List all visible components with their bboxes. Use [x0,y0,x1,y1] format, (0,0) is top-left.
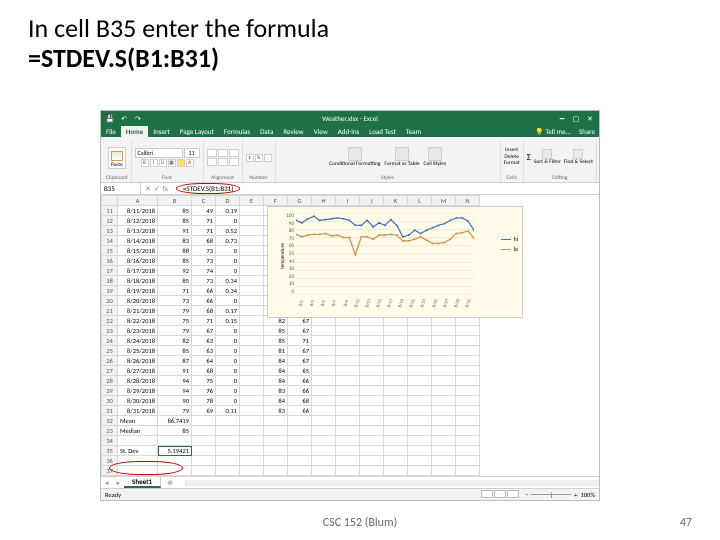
title-line-2: =STDEV.S(B1:B31) [28,44,692,74]
status-text: Ready [105,491,121,499]
window-titlebar[interactable]: 💾 ↶ ↷ Weather.xlsx - Excel ━ ▢ ✕ [101,111,599,125]
group-number: $%, Number [243,139,276,182]
stdev-highlight [109,461,183,475]
close-icon[interactable]: ✕ [585,113,595,123]
worksheet-grid[interactable]: ABCDEFGHIJKLMN118/11/201885490.19128/12/… [101,195,599,476]
cell-styles-button[interactable]: Cell Styles [424,147,446,168]
workbook-title: Weather.xlsx - Excel [322,114,378,123]
tab-view[interactable]: View [309,126,333,137]
format-cells-button[interactable]: Format [504,161,520,167]
chart-plot [296,213,474,295]
formula-bar: B35 ✕ ✓ fx =STDEV.S(B1:B31) [101,183,599,195]
table-row[interactable]: 32Mean86.7419 [102,416,480,426]
font-color-button[interactable]: A [186,159,194,167]
table-row[interactable]: 318/31/201879690.118366 [102,406,480,416]
group-styles: Conditional Formatting Format as Table C… [276,139,501,182]
zoom-out-icon[interactable]: − [525,491,528,499]
border-button[interactable]: ▦ [168,159,176,167]
table-row[interactable]: 278/27/2018916808465 [102,366,480,376]
fx-icon[interactable]: fx [163,184,168,193]
autosum-icon[interactable]: Σ [527,152,531,163]
table-row[interactable]: 34 [102,436,480,446]
table-row[interactable]: 258/25/2018856308167 [102,346,480,356]
tab-team[interactable]: Team [401,126,426,137]
group-editing: Σ Sort & Filter Find & Select Editing [524,139,597,182]
tab-data[interactable]: Data [255,126,278,137]
maximize-icon[interactable]: ▢ [571,113,581,123]
tab-formulas[interactable]: Formulas [219,126,255,137]
tab-nav-prev-icon[interactable]: ◂ [101,478,113,487]
tell-me[interactable]: 💡 Tell me... [531,126,575,137]
ribbon-tabs: File Home Insert Page Layout Formulas Da… [101,125,599,137]
tab-addins[interactable]: Add-ins [333,126,365,137]
tab-review[interactable]: Review [278,126,308,137]
tab-loadtest[interactable]: Load Test [364,126,401,137]
horizontal-scrollbar[interactable] [185,480,599,486]
ribbon-home: Paste Clipboard Calibri11 B I U ▦ A Font [101,137,599,183]
paste-button[interactable]: Paste [108,147,126,169]
insert-cells-button[interactable]: Insert [505,148,518,154]
find-select-button[interactable]: Find & Select [564,149,593,166]
slide-number: 47 [680,516,692,530]
fill-color-button[interactable] [177,159,185,167]
new-sheet-icon[interactable]: ⊕ [161,478,179,487]
group-font: Calibri11 B I U ▦ A Font [132,139,204,182]
table-row[interactable]: 268/26/2018876408467 [102,356,480,366]
italic-button[interactable]: I [150,159,158,167]
font-size[interactable]: 11 [184,148,200,158]
table-row[interactable]: 33Median85 [102,426,480,436]
sort-filter-button[interactable]: Sort & Filter [534,149,561,166]
zoom-slider[interactable] [531,494,571,495]
slide-title: In cell B35 enter the formula =STDEV.S(B… [28,14,692,74]
tab-insert[interactable]: Insert [148,126,174,137]
bold-button[interactable]: B [141,159,149,167]
slide-footer-center: CSC 152 (Blum) [0,516,720,530]
table-row[interactable]: 35St. Dev5.19421 [102,446,480,456]
underline-button[interactable]: U [159,159,167,167]
group-cells: Insert Delete Format Cells [501,139,524,182]
undo-icon[interactable]: ↶ [119,113,129,123]
zoom-value[interactable]: 100% [580,491,595,499]
chart-y-ticks: 1009080706050403020100 [282,213,294,295]
conditional-formatting-button[interactable]: Conditional Formatting [329,147,380,168]
format-as-table-button[interactable]: Format as Table [384,147,419,168]
zoom-in-icon[interactable]: + [574,491,577,499]
redo-icon[interactable]: ↷ [133,113,143,123]
sheet-tab-bar: ◂ ▸ Sheet1 ⊕ [101,476,599,488]
table-row[interactable]: 248/24/2018826308571 [102,336,480,346]
formula-highlight: =STDEV.S(B1:B31) [176,183,240,194]
name-box[interactable]: B35 [101,183,141,194]
chart-x-ticks: 8/18/38/58/78/98/118/138/158/178/198/218… [296,297,474,315]
tab-nav-next-icon[interactable]: ▸ [113,478,125,487]
group-alignment: Alignment [204,139,243,182]
tab-home[interactable]: Home [121,126,148,137]
table-row[interactable]: 308/30/2018907808468 [102,396,480,406]
formula-input[interactable]: =STDEV.S(B1:B31) [172,183,599,194]
table-row[interactable]: 298/29/2018947608366 [102,386,480,396]
font-name[interactable]: Calibri [135,148,183,158]
cancel-formula-icon[interactable]: ✕ [145,184,151,193]
minimize-icon[interactable]: ━ [557,113,567,123]
save-icon[interactable]: 💾 [105,113,115,123]
group-clipboard: Paste Clipboard [103,139,132,182]
table-row[interactable]: 238/23/2018796708567 [102,326,480,336]
excel-window: 💾 ↶ ↷ Weather.xlsx - Excel ━ ▢ ✕ File Ho… [100,110,600,501]
sheet-tab[interactable]: Sheet1 [124,477,161,488]
tab-page-layout[interactable]: Page Layout [175,126,219,137]
table-row[interactable]: 288/28/2018947508466 [102,376,480,386]
tab-file[interactable]: File [101,126,121,137]
view-buttons[interactable] [480,490,519,500]
title-line-1: In cell B35 enter the formula [28,14,692,44]
percent-button[interactable]: % [255,154,263,162]
embedded-chart[interactable]: temperature 1009080706050403020100 hi lo… [267,206,523,318]
share-button[interactable]: Share [575,126,599,137]
align-buttons[interactable] [207,149,239,166]
status-bar: Ready − + 100% [101,488,599,500]
chart-legend: hi lo [501,235,518,255]
comma-button[interactable]: , [264,154,272,162]
currency-button[interactable]: $ [246,154,254,162]
enter-formula-icon[interactable]: ✓ [154,184,160,193]
